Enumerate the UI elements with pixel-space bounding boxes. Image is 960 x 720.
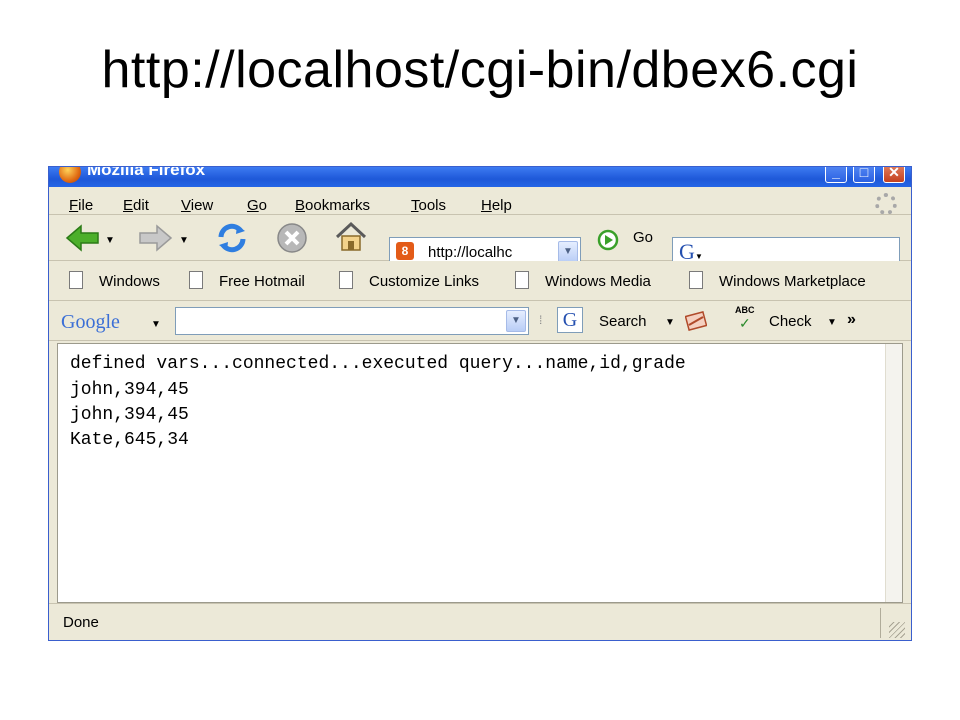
bookmark-windows[interactable]: Windows	[99, 273, 160, 290]
spellcheck-abc-icon[interactable]: ABC	[735, 305, 755, 315]
toolbar-separator-handle[interactable]: ⁞	[539, 313, 542, 327]
home-icon[interactable]	[333, 219, 369, 255]
status-bar: Done	[49, 603, 911, 640]
menu-edit[interactable]: Edit	[123, 197, 149, 214]
back-dropdown-icon[interactable]: ▼	[105, 235, 115, 246]
bookmarks-toolbar: Windows Free Hotmail Customize Links Win…	[49, 261, 911, 301]
browser-window: Mozilla Firefox _ □ ✕ File Edit View Go …	[48, 166, 912, 641]
content-line: john,394,45	[70, 380, 189, 400]
menu-view[interactable]: View	[181, 197, 213, 214]
menu-file[interactable]: File	[69, 197, 93, 214]
bookmark-page-icon	[69, 271, 83, 289]
window-title: Mozilla Firefox	[87, 166, 206, 179]
menu-go[interactable]: Go	[247, 197, 267, 214]
go-icon[interactable]	[597, 229, 619, 251]
maximize-button[interactable]: □	[853, 167, 875, 183]
minimize-button[interactable]: _	[825, 167, 847, 183]
firefox-icon	[59, 167, 81, 183]
forward-dropdown-icon[interactable]: ▼	[179, 235, 189, 246]
google-logo[interactable]: Google	[61, 311, 120, 334]
slide-title: http://localhost/cgi-bin/dbex6.cgi	[101, 41, 859, 99]
back-arrow-icon[interactable]	[65, 223, 101, 253]
bookmark-customize-links[interactable]: Customize Links	[369, 273, 479, 290]
resize-grip-icon[interactable]	[889, 622, 905, 638]
go-button-label[interactable]: Go	[633, 229, 653, 246]
forward-arrow-icon[interactable]	[137, 223, 173, 253]
bookmark-page-icon	[515, 271, 529, 289]
google-g-search-icon[interactable]: G	[557, 307, 583, 333]
reload-icon[interactable]	[215, 221, 249, 255]
page-content: defined vars...connected...executed quer…	[57, 343, 903, 603]
content-line: john,394,45	[70, 405, 189, 425]
menu-tools[interactable]: Tools	[411, 197, 446, 214]
more-chevron-icon[interactable]: »	[847, 311, 856, 329]
popup-blocker-icon[interactable]	[685, 311, 707, 331]
menu-bar: File Edit View Go Bookmarks Tools Help	[49, 187, 911, 215]
content-line: Kate,645,34	[70, 430, 189, 450]
menu-bookmarks[interactable]: Bookmarks	[295, 197, 370, 214]
bookmark-page-icon	[189, 271, 203, 289]
google-search-button[interactable]: Search	[599, 313, 647, 330]
menu-help[interactable]: Help	[481, 197, 512, 214]
content-line: defined vars...connected...executed quer…	[70, 354, 686, 374]
navigation-toolbar: ▼ ▼ 8 http://localhc ▼ Go G ▼	[49, 215, 911, 267]
status-divider	[880, 608, 881, 638]
url-text[interactable]: http://localhc	[428, 244, 512, 261]
close-button[interactable]: ✕	[883, 167, 905, 183]
search-engine-dropdown-icon[interactable]: ▼	[695, 252, 703, 261]
spellcheck-tick-icon[interactable]: ✓	[739, 315, 751, 332]
bookmark-page-icon	[689, 271, 703, 289]
activity-throbber-icon	[875, 193, 897, 215]
bookmark-free-hotmail[interactable]: Free Hotmail	[219, 273, 305, 290]
spell-check-button[interactable]: Check	[769, 313, 812, 330]
check-options-icon[interactable]: ▼	[827, 317, 837, 328]
vertical-scrollbar[interactable]	[885, 344, 902, 602]
google-toolbar: Google ▼ ▼ ⁞ G Search ▼ ABC ✓ Check ▼ »	[49, 301, 911, 341]
stop-icon[interactable]	[275, 221, 309, 255]
bookmark-page-icon	[339, 271, 353, 289]
title-bar: Mozilla Firefox _ □ ✕	[49, 167, 911, 187]
status-text: Done	[63, 614, 99, 631]
google-search-input[interactable]: ▼	[175, 307, 529, 335]
url-dropdown-icon[interactable]: ▼	[558, 241, 578, 263]
google-search-dropdown-icon[interactable]: ▼	[506, 310, 526, 332]
page-favicon-icon: 8	[396, 242, 414, 260]
bookmark-windows-marketplace[interactable]: Windows Marketplace	[719, 273, 866, 290]
bookmark-windows-media[interactable]: Windows Media	[545, 273, 651, 290]
google-menu-dropdown-icon[interactable]: ▼	[151, 319, 161, 330]
google-logo-text: Google	[61, 311, 120, 333]
google-search-options-icon[interactable]: ▼	[665, 317, 675, 328]
